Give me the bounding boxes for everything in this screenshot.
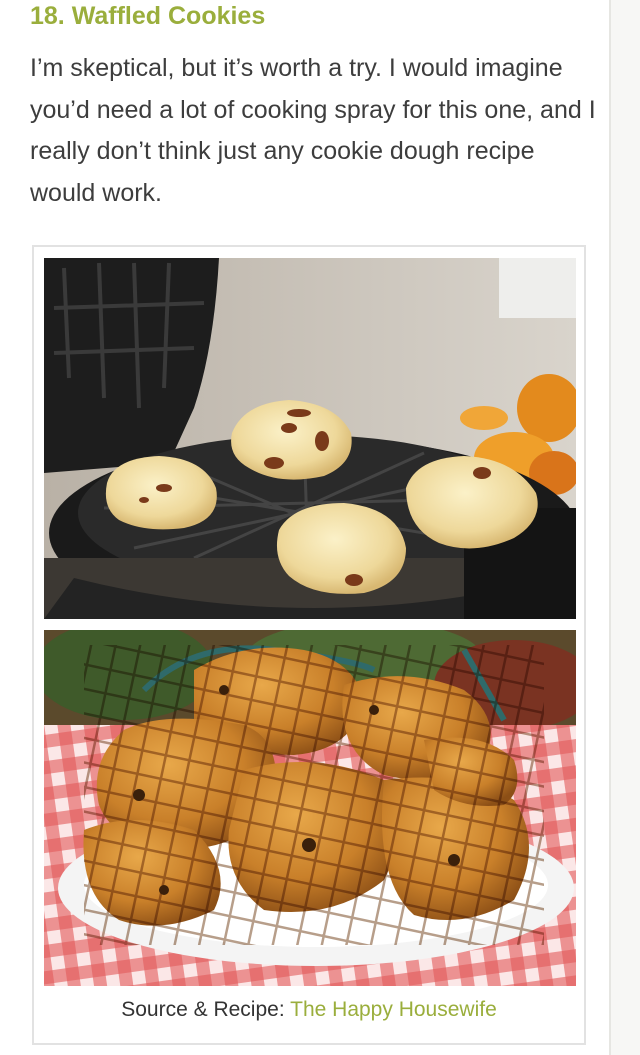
source-recipe-link[interactable]: The Happy Housewife — [290, 998, 497, 1021]
section-heading: 18. Waffled Cookies — [30, 2, 266, 30]
waffled-cookies-photo — [44, 630, 576, 986]
caption-label: Source & Recipe: — [121, 998, 285, 1021]
waffle-iron-photo — [44, 258, 576, 619]
article-column: 18. Waffled Cookies I’m skeptical, but i… — [0, 0, 611, 1055]
photo-caption: Source & Recipe: The Happy Housewife — [34, 997, 584, 1023]
page-right-margin — [611, 0, 640, 1055]
recipe-figure: Source & Recipe: The Happy Housewife — [32, 245, 586, 1045]
article-paragraph: I’m skeptical, but it’s worth a try. I w… — [30, 54, 596, 207]
